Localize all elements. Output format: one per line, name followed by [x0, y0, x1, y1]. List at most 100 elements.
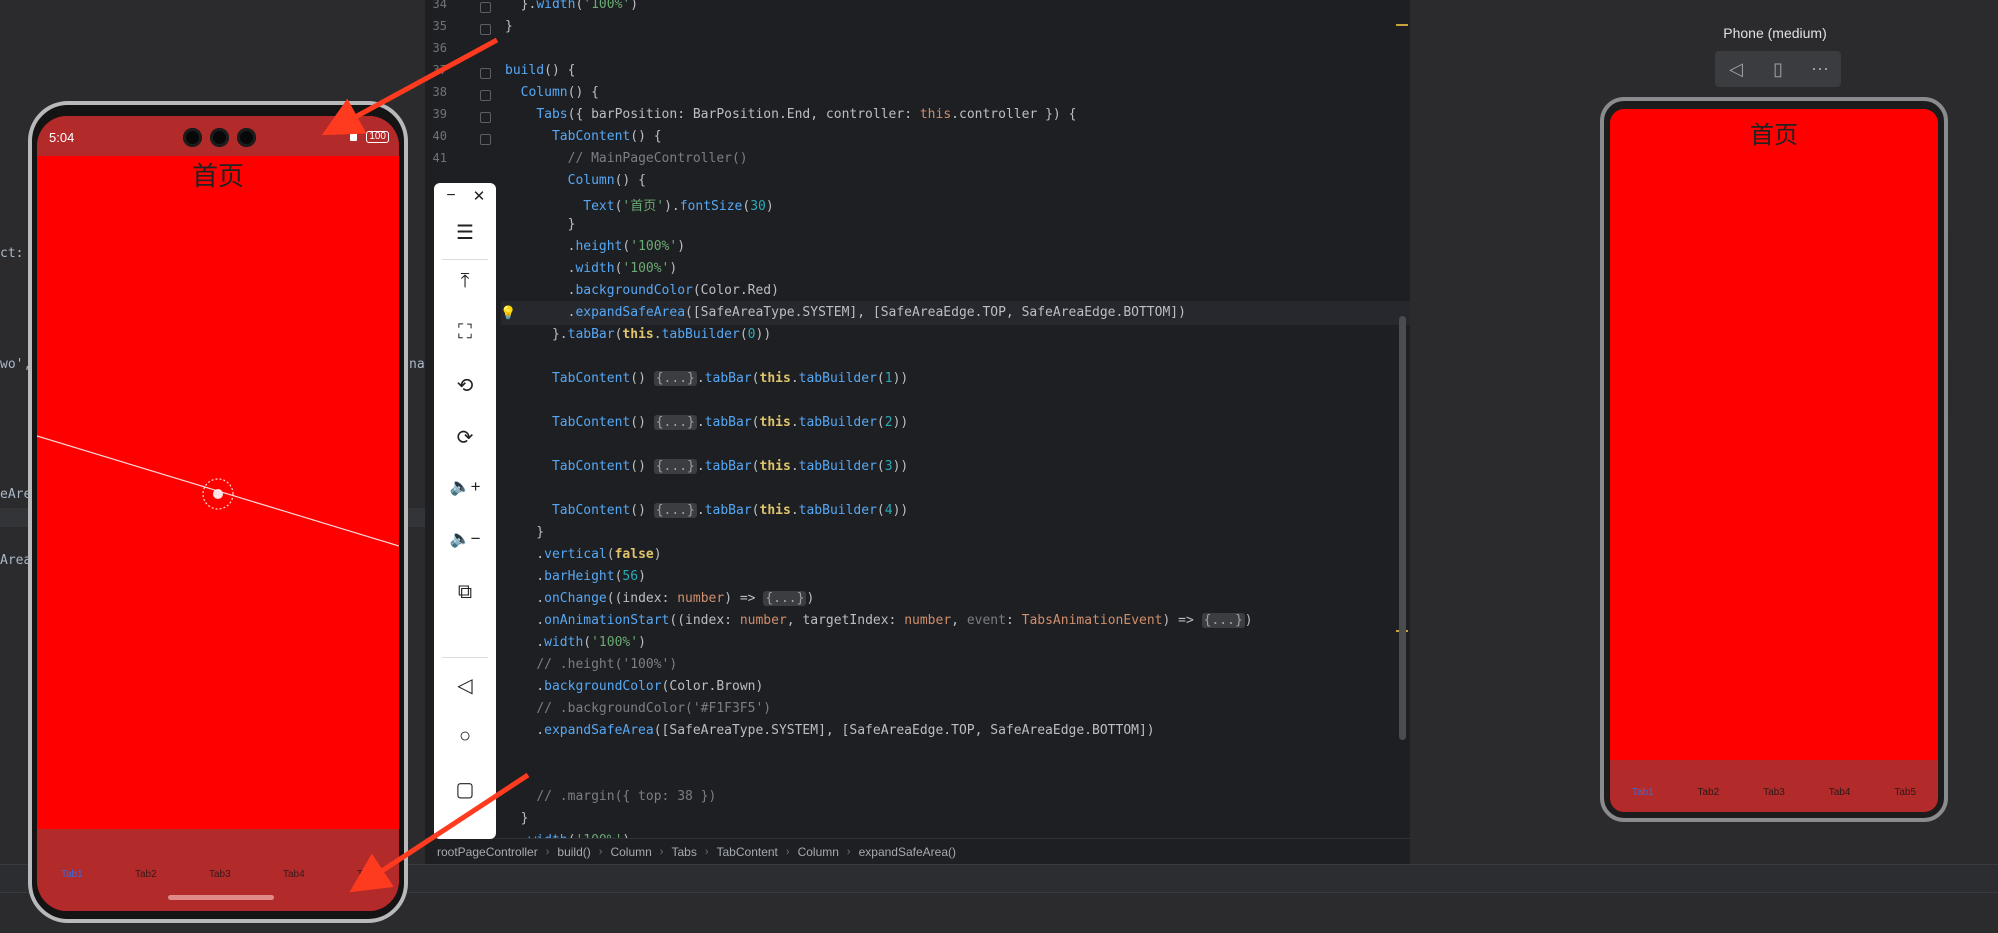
code-token: width — [575, 261, 615, 276]
code-token: tabBuilder — [798, 459, 877, 474]
volume-up-icon[interactable]: 🔈+ — [434, 477, 496, 497]
rotate-left-icon[interactable]: ⟲ — [434, 373, 496, 398]
code-token: Column — [567, 173, 615, 188]
breadcrumb-item[interactable]: build() — [557, 845, 590, 859]
code-line[interactable]: TabContent() {...} .tabBar(this.tabBuilde… — [505, 459, 908, 474]
code-line[interactable]: Tabs({ barPosition: BarPosition.End, con… — [505, 107, 1076, 122]
code-token: TabContent — [551, 371, 631, 386]
code-line[interactable]: .width('100%') — [505, 261, 678, 276]
code-line[interactable]: TabContent() {...} .tabBar(this.tabBuilde… — [505, 415, 908, 430]
back-triangle-icon[interactable]: ◁ — [1718, 59, 1754, 80]
code-line[interactable]: } — [505, 525, 544, 540]
breadcrumb-item[interactable]: rootPageController — [437, 845, 538, 859]
code-line[interactable]: } — [505, 811, 529, 826]
fold-icon[interactable] — [480, 112, 491, 123]
code-token: : — [904, 107, 920, 122]
code-line[interactable]: .onChange((index: number) => {...}) — [505, 591, 814, 606]
code-token: ( — [876, 371, 885, 386]
code-token: () — [630, 503, 654, 518]
code-line[interactable]: TabContent() { — [505, 129, 662, 144]
close-icon[interactable]: ✕ — [448, 187, 510, 205]
emulator-tab[interactable]: Tab1 — [61, 869, 83, 880]
code-line[interactable]: Text('首页').fontSize(30) — [505, 195, 773, 214]
crop-icon[interactable]: ⛶ — [434, 321, 496, 344]
code-token: } — [505, 811, 529, 826]
fold-icon[interactable] — [480, 90, 491, 101]
line-number: 41 — [432, 151, 447, 165]
recents-icon[interactable]: ▢ — [434, 777, 496, 802]
code-line[interactable]: // .margin({ top: 38 }) — [505, 789, 716, 804]
volume-down-icon[interactable]: 🔈− — [434, 529, 496, 549]
code-line[interactable]: // MainPageController() — [505, 151, 748, 166]
fold-icon[interactable] — [480, 134, 491, 145]
code-token: . — [790, 371, 799, 386]
code-token: , targetIndex: — [786, 613, 905, 628]
code-line[interactable]: .expandSafeArea([SafeAreaType.SYSTEM], [… — [505, 723, 1155, 738]
fold-icon[interactable] — [480, 24, 491, 35]
code-line[interactable]: TabContent() {...} .tabBar(this.tabBuilde… — [505, 371, 908, 386]
home-icon[interactable]: ○ — [434, 725, 496, 748]
scroll-marker — [1396, 24, 1408, 26]
code-line[interactable]: .vertical(false) — [505, 547, 661, 562]
code-token: (Color.Brown) — [661, 679, 764, 694]
code-token: ( — [751, 503, 760, 518]
editor-scrollbar[interactable] — [1399, 316, 1406, 740]
shake-icon[interactable]: ⧉ — [434, 581, 496, 604]
code-line[interactable]: } — [505, 217, 576, 232]
code-line[interactable]: Column() { — [505, 173, 646, 188]
breadcrumb-item[interactable]: expandSafeArea() — [859, 845, 956, 859]
code-token: vertical — [544, 547, 607, 562]
code-line[interactable]: .barHeight(56) — [505, 569, 646, 584]
code-token: , — [810, 107, 826, 122]
code-line[interactable]: .width('100%') — [505, 635, 646, 650]
code-line[interactable]: .onAnimationStart((index: number, target… — [505, 613, 1253, 628]
preview-tab[interactable]: Tab3 — [1763, 787, 1785, 798]
code-token: ([SafeAreaType.SYSTEM], [SafeAreaEdge.TO… — [653, 723, 1155, 738]
back-icon[interactable]: ◁ — [434, 673, 496, 698]
code-line[interactable]: }.tabBar(this.tabBuilder(0)) — [505, 327, 771, 342]
fold-icon[interactable] — [480, 68, 491, 79]
lightbulb-icon[interactable]: 💡 — [500, 305, 516, 321]
code-line[interactable]: // .backgroundColor('#F1F3F5') — [505, 701, 771, 716]
code-token: ( — [739, 327, 748, 342]
preview-tab[interactable]: Tab1 — [1632, 787, 1654, 798]
rotate-device-icon[interactable]: ▯ — [1760, 59, 1796, 80]
code-line[interactable]: } — [505, 19, 513, 34]
code-line[interactable]: Column() { — [505, 85, 599, 100]
code-line[interactable]: .backgroundColor(Color.Red) — [505, 283, 779, 298]
pin-top-icon[interactable]: ⤒ — [434, 270, 496, 293]
emulator-tab[interactable]: Tab3 — [209, 869, 231, 880]
code-token: Column — [520, 85, 568, 100]
code-token: this — [919, 107, 952, 122]
code-editor[interactable]: 34 35 36 37 38 39 40 41 }.width('100%')} build()… — [425, 0, 1410, 838]
preview-tab[interactable]: Tab4 — [1829, 787, 1851, 798]
more-icon[interactable]: ⋯ — [1802, 59, 1838, 80]
code-line[interactable]: .expandSafeArea([SafeAreaType.SYSTEM], [… — [505, 305, 1186, 320]
rotate-right-icon[interactable]: ⟳ — [434, 425, 496, 450]
breadcrumb-item[interactable]: TabContent — [717, 845, 778, 859]
code-token: '100%' — [622, 261, 670, 276]
breadcrumb-item[interactable]: Tabs — [671, 845, 696, 859]
home-indicator[interactable] — [168, 895, 274, 900]
code-line[interactable]: }.width('100%') — [505, 0, 638, 12]
code-line[interactable]: // .height('100%') — [505, 657, 677, 672]
code-line[interactable]: TabContent() {...} .tabBar(this.tabBuilde… — [505, 503, 908, 518]
menu-icon[interactable]: ☰ — [434, 220, 496, 245]
code-line[interactable]: build() { — [505, 63, 575, 78]
emulator-tab[interactable]: Tab2 — [135, 869, 157, 880]
preview-tab[interactable]: Tab5 — [1894, 787, 1916, 798]
preview-tab[interactable]: Tab2 — [1698, 787, 1720, 798]
code-token: ) — [669, 261, 678, 276]
breadcrumb-item[interactable]: Column — [798, 845, 839, 859]
emulator-screen[interactable]: 5:04 100 首页 Tab1 Tab2 Tab3 Tab4 Ta — [37, 116, 399, 911]
fold-icon[interactable] — [480, 2, 491, 13]
emulator-tab[interactable]: Tab4 — [283, 869, 305, 880]
breadcrumb-item[interactable]: Column — [610, 845, 651, 859]
emulator-tab[interactable]: Ta — [357, 869, 368, 880]
code-token: barHeight — [544, 569, 615, 584]
code-line[interactable]: .height('100%') — [505, 239, 685, 254]
code-token: '首页' — [622, 199, 665, 214]
code-token: Text — [583, 199, 615, 214]
code-line[interactable]: .backgroundColor(Color.Brown) — [505, 679, 763, 694]
